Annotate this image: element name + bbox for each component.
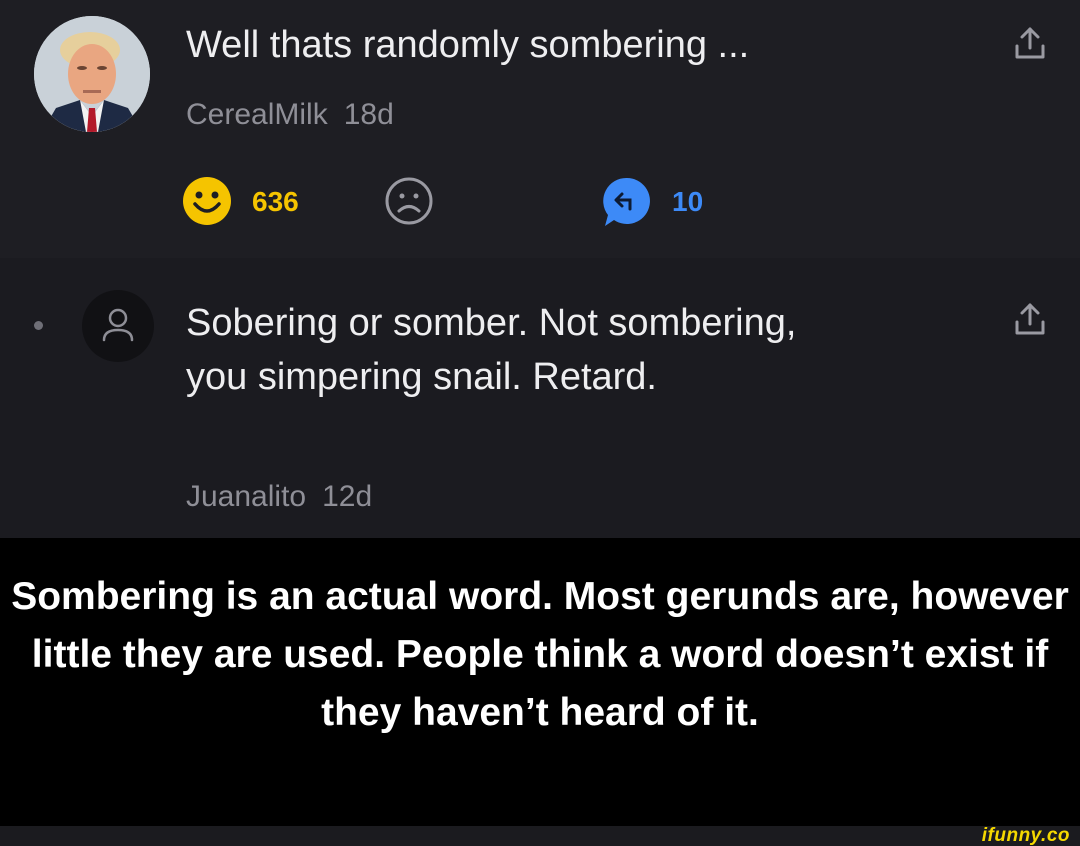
- meme-caption: Sombering is an actual word. Most gerund…: [0, 538, 1080, 826]
- share-icon[interactable]: [1010, 24, 1050, 64]
- username-link[interactable]: CerealMilk: [186, 98, 328, 131]
- comment-card-1: Well thats randomly sombering ... Cereal…: [0, 0, 1080, 258]
- comment-text: Well thats randomly sombering ...: [186, 24, 750, 66]
- reply-meta: Juanalito 12d: [186, 480, 372, 514]
- user-avatar-photo[interactable]: [34, 16, 150, 132]
- timestamp: 12d: [322, 480, 373, 513]
- reply-icon[interactable]: [602, 176, 652, 228]
- smile-icon[interactable]: [182, 176, 232, 226]
- frown-icon[interactable]: [384, 176, 434, 226]
- comment-meta: CerealMilk 18d: [186, 98, 394, 132]
- reply-text: Sobering or somber. Not sombering, you s…: [186, 302, 797, 398]
- caption-text: Sombering is an actual word. Most gerund…: [11, 575, 1069, 734]
- thread-dot: [34, 321, 43, 330]
- reply-count: 10: [672, 186, 704, 217]
- like-count: 636: [252, 186, 299, 217]
- ifunny-watermark: ifunny.co: [981, 825, 1070, 846]
- default-avatar-icon[interactable]: [82, 290, 154, 362]
- footer-bar: ifunny.co: [0, 826, 1080, 846]
- timestamp: 18d: [343, 98, 394, 131]
- share-icon[interactable]: [1010, 300, 1050, 340]
- username-link[interactable]: Juanalito: [186, 480, 306, 513]
